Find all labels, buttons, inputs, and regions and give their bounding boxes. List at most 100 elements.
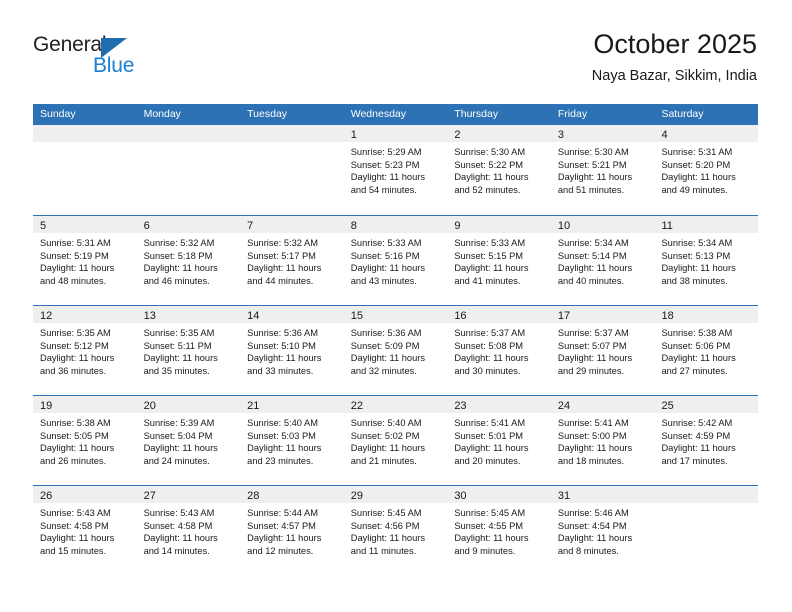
daylight-text-line1: Daylight: 11 hours [350, 263, 425, 274]
day-number: 16 [454, 310, 467, 322]
day-number-band: 2 [447, 125, 551, 142]
calendar-day-cell[interactable]: 7 Sunrise: 5:32 AM Sunset: 5:17 PM Daylight… [240, 216, 344, 305]
calendar-day-cell[interactable]: 2 Sunrise: 5:30 AM Sunset: 5:22 PM Daylight… [447, 125, 551, 215]
weekday-header-friday: Friday [557, 108, 588, 120]
weekday-header-tuesday: Tuesday [247, 108, 288, 120]
calendar-day-cell[interactable]: 17 Sunrise: 5:37 AM Sunset: 5:07 PM Dayligh… [550, 306, 655, 395]
generalblue-logo[interactable]: General Blue [33, 33, 213, 85]
day-number-band: 30 [447, 486, 551, 503]
sunset-text: Sunset: 5:07 PM [557, 340, 627, 351]
day-number: 1 [350, 129, 357, 141]
calendar-grid: Sunday Monday Tuesday Wednesday Thursday… [33, 104, 759, 575]
day-number: 21 [247, 400, 260, 412]
sunrise-text: Sunrise: 5:44 AM [247, 508, 318, 518]
daylight-text-line2: and 11 minutes. [350, 545, 417, 556]
day-number: 27 [143, 490, 156, 502]
daylight-text-line2: and 41 minutes. [454, 275, 521, 286]
calendar-day-cell[interactable]: 18 Sunrise: 5:38 AM Sunset: 5:06 PM Dayligh… [654, 306, 759, 395]
daylight-text-line1: Daylight: 11 hours [143, 443, 218, 454]
calendar-week-row: 19 Sunrise: 5:38 AM Sunset: 5:05 PM Dayligh… [33, 395, 759, 485]
calendar-day-cell[interactable]: 19 Sunrise: 5:38 AM Sunset: 5:05 PM Dayligh… [33, 396, 137, 485]
sunrise-text: Sunrise: 5:32 AM [247, 238, 318, 248]
day-details: Sunrise: 5:33 AM Sunset: 5:15 PM Daylight:… [447, 233, 551, 287]
calendar-day-cell[interactable]: 3 Sunrise: 5:30 AM Sunset: 5:21 PM Daylight… [550, 125, 655, 215]
calendar-page: General Blue October 2025 Naya Bazar, Si… [0, 0, 792, 612]
calendar-day-cell[interactable]: 4 Sunrise: 5:31 AM Sunset: 5:20 PM Daylight… [654, 125, 759, 215]
sunrise-text: Sunrise: 5:38 AM [661, 328, 733, 338]
day-details: Sunrise: 5:46 AM Sunset: 4:54 PM Daylight:… [551, 503, 655, 557]
sunset-text: Sunset: 5:03 PM [247, 430, 316, 441]
calendar-day-cell[interactable]: 26 Sunrise: 5:43 AM Sunset: 4:58 PM Dayligh… [33, 486, 137, 575]
calendar-day-cell[interactable]: 21 Sunrise: 5:40 AM Sunset: 5:03 PM Dayligh… [240, 396, 344, 485]
day-details: Sunrise: 5:45 AM Sunset: 4:55 PM Daylight:… [447, 503, 551, 557]
sunset-text: Sunset: 4:57 PM [247, 520, 316, 531]
sunrise-text: Sunrise: 5:36 AM [350, 328, 422, 338]
sunrise-text: Sunrise: 5:31 AM [661, 147, 733, 157]
calendar-day-cell[interactable]: 22 Sunrise: 5:40 AM Sunset: 5:02 PM Dayligh… [343, 396, 448, 485]
calendar-day-cell[interactable]: 16 Sunrise: 5:37 AM Sunset: 5:08 PM Dayligh… [447, 306, 551, 395]
calendar-day-cell[interactable]: 8 Sunrise: 5:33 AM Sunset: 5:16 PM Daylight… [343, 216, 448, 305]
day-number-band: 25 [654, 396, 759, 413]
calendar-day-cell[interactable]: 27 Sunrise: 5:43 AM Sunset: 4:58 PM Dayligh… [136, 486, 241, 575]
sunrise-text: Sunrise: 5:40 AM [247, 418, 318, 428]
day-details [137, 142, 241, 146]
day-details: Sunrise: 5:35 AM Sunset: 5:11 PM Daylight:… [137, 323, 241, 377]
daylight-text-line1: Daylight: 11 hours [350, 353, 425, 364]
daylight-text-line2: and 20 minutes. [454, 455, 521, 466]
calendar-day-cell[interactable]: 10 Sunrise: 5:34 AM Sunset: 5:14 PM Dayligh… [550, 216, 655, 305]
sunrise-text: Sunrise: 5:37 AM [557, 328, 629, 338]
sunset-text: Sunset: 5:13 PM [661, 250, 731, 261]
sunrise-text: Sunrise: 5:34 AM [557, 238, 629, 248]
day-details: Sunrise: 5:36 AM Sunset: 5:09 PM Daylight:… [344, 323, 448, 377]
day-details: Sunrise: 5:31 AM Sunset: 5:20 PM Daylight:… [654, 142, 758, 196]
calendar-day-cell[interactable]: 24 Sunrise: 5:41 AM Sunset: 5:00 PM Dayligh… [550, 396, 655, 485]
daylight-text-line1: Daylight: 11 hours [454, 533, 529, 544]
calendar-day-cell[interactable]: 11 Sunrise: 5:34 AM Sunset: 5:13 PM Dayligh… [654, 216, 759, 305]
daylight-text-line1: Daylight: 11 hours [454, 443, 529, 454]
daylight-text-line2: and 52 minutes. [454, 184, 521, 195]
calendar-day-cell[interactable]: 25 Sunrise: 5:42 AM Sunset: 4:59 PM Dayligh… [654, 396, 759, 485]
daylight-text-line1: Daylight: 11 hours [350, 172, 425, 183]
day-number-band: 8 [343, 216, 448, 233]
sunrise-text: Sunrise: 5:39 AM [143, 418, 215, 428]
sunset-text: Sunset: 4:58 PM [143, 520, 213, 531]
day-number: 19 [40, 400, 53, 412]
calendar-day-cell[interactable]: 6 Sunrise: 5:32 AM Sunset: 5:18 PM Daylight… [136, 216, 241, 305]
day-number-band [240, 125, 344, 142]
daylight-text-line2: and 24 minutes. [143, 455, 210, 466]
calendar-day-cell[interactable]: 20 Sunrise: 5:39 AM Sunset: 5:04 PM Dayligh… [136, 396, 241, 485]
calendar-day-cell[interactable]: 29 Sunrise: 5:45 AM Sunset: 4:56 PM Dayligh… [343, 486, 448, 575]
daylight-text-line2: and 38 minutes. [661, 275, 728, 286]
daylight-text-line1: Daylight: 11 hours [40, 263, 115, 274]
calendar-day-cell[interactable]: 23 Sunrise: 5:41 AM Sunset: 5:01 PM Dayligh… [447, 396, 551, 485]
sunrise-text: Sunrise: 5:36 AM [247, 328, 318, 338]
day-details: Sunrise: 5:44 AM Sunset: 4:57 PM Daylight:… [240, 503, 344, 557]
day-details: Sunrise: 5:31 AM Sunset: 5:19 PM Daylight:… [33, 233, 137, 287]
sunset-text: Sunset: 4:54 PM [557, 520, 627, 531]
day-details: Sunrise: 5:41 AM Sunset: 5:00 PM Daylight:… [551, 413, 655, 467]
calendar-day-cell[interactable]: 15 Sunrise: 5:36 AM Sunset: 5:09 PM Dayligh… [343, 306, 448, 395]
day-number-band: 31 [550, 486, 655, 503]
day-number: 2 [454, 129, 461, 141]
daylight-text-line1: Daylight: 11 hours [350, 443, 425, 454]
weekday-header-monday: Monday [143, 108, 181, 120]
day-number: 30 [454, 490, 467, 502]
day-number: 18 [661, 310, 674, 322]
calendar-day-cell[interactable]: 9 Sunrise: 5:33 AM Sunset: 5:15 PM Daylight… [447, 216, 551, 305]
day-number-band: 27 [136, 486, 241, 503]
day-details: Sunrise: 5:39 AM Sunset: 5:04 PM Daylight:… [137, 413, 241, 467]
calendar-day-cell[interactable]: 5 Sunrise: 5:31 AM Sunset: 5:19 PM Daylight… [33, 216, 137, 305]
calendar-day-cell[interactable]: 13 Sunrise: 5:35 AM Sunset: 5:11 PM Dayligh… [136, 306, 241, 395]
calendar-day-cell[interactable]: 31 Sunrise: 5:46 AM Sunset: 4:54 PM Dayligh… [550, 486, 655, 575]
calendar-day-cell[interactable]: 1 Sunrise: 5:29 AM Sunset: 5:23 PM Daylight… [343, 125, 448, 215]
page-subtitle: Naya Bazar, Sikkim, India [591, 68, 757, 84]
sunset-text: Sunset: 4:55 PM [454, 520, 524, 531]
day-number-band: 6 [136, 216, 241, 233]
calendar-day-cell[interactable]: 28 Sunrise: 5:44 AM Sunset: 4:57 PM Dayligh… [240, 486, 344, 575]
day-number-band: 11 [654, 216, 759, 233]
sunrise-text: Sunrise: 5:45 AM [454, 508, 526, 518]
calendar-day-cell[interactable]: 12 Sunrise: 5:35 AM Sunset: 5:12 PM Dayligh… [33, 306, 137, 395]
calendar-day-cell[interactable]: 14 Sunrise: 5:36 AM Sunset: 5:10 PM Dayligh… [240, 306, 344, 395]
sunrise-text: Sunrise: 5:35 AM [40, 328, 111, 338]
calendar-day-cell[interactable]: 30 Sunrise: 5:45 AM Sunset: 4:55 PM Dayligh… [447, 486, 551, 575]
